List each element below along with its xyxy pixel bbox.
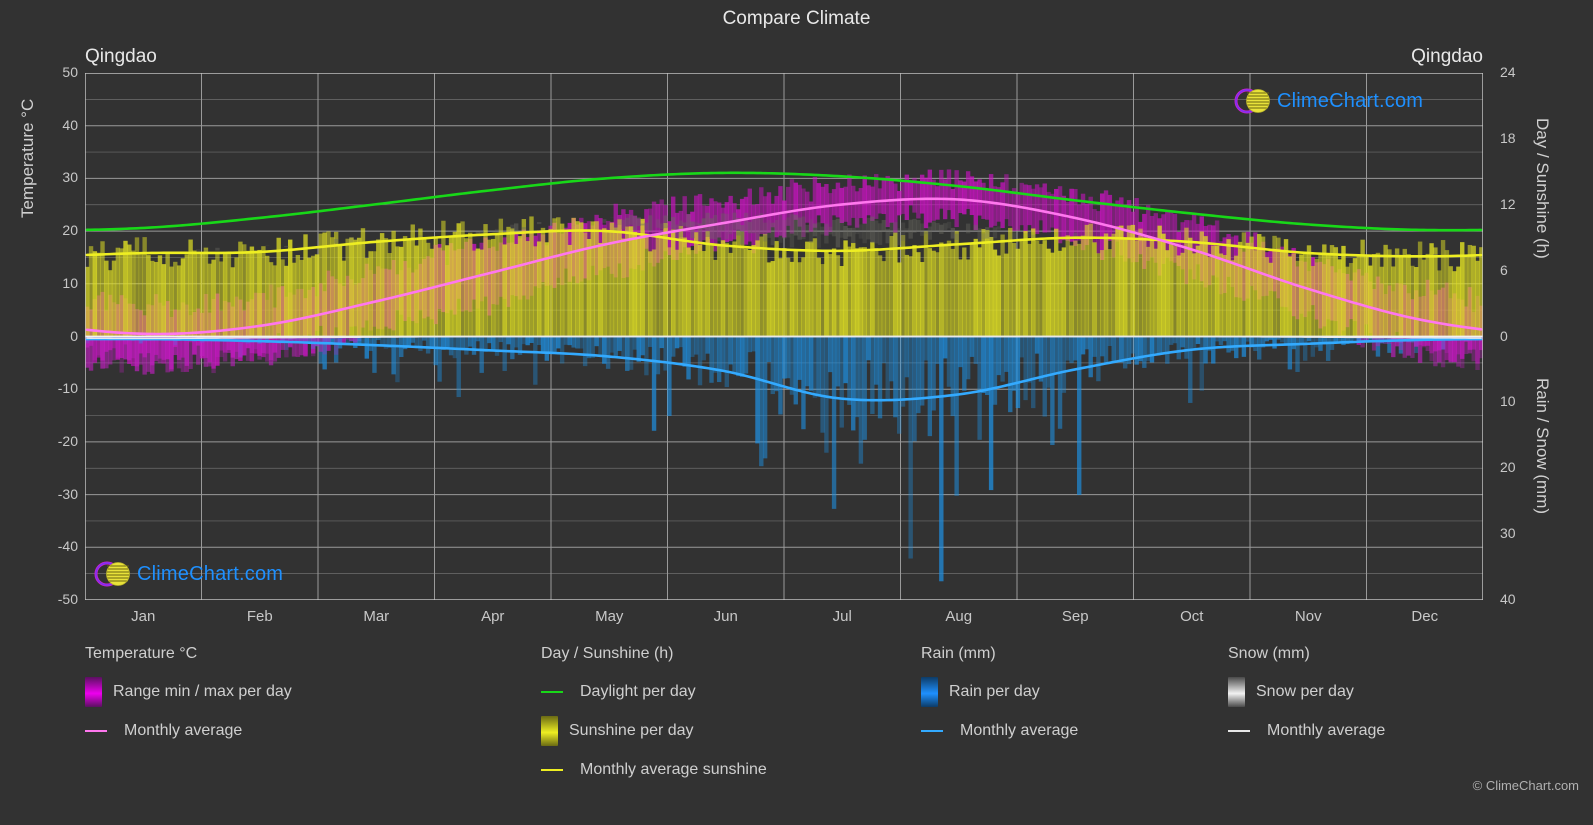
y-tick-left: -40	[57, 538, 78, 555]
legend-group-0: Temperature °C Range min / max per day Mon…	[85, 645, 292, 755]
legend-line-marker	[85, 730, 107, 732]
x-tick-mar: Mar	[363, 608, 390, 625]
legend-group-title: Temperature °C	[85, 645, 198, 662]
x-tick-dec: Dec	[1411, 608, 1439, 625]
x-tick-sep: Sep	[1061, 608, 1089, 625]
y-tick-right-bottom: 40	[1500, 591, 1516, 607]
y-tick-right-bottom: 30	[1500, 525, 1516, 542]
x-tick-aug: Aug	[945, 608, 973, 625]
legend-item[interactable]: Snow per day	[1228, 677, 1385, 707]
legend-swatch	[85, 677, 102, 707]
x-tick-feb: Feb	[246, 608, 273, 625]
legend-item[interactable]: Rain per day	[921, 677, 1078, 707]
legend-item[interactable]: Daylight per day	[541, 677, 767, 707]
x-tick-jul: Jul	[832, 608, 852, 625]
legend-group-title: Snow (mm)	[1228, 645, 1310, 662]
climechart-logo-text: ClimeChart.com	[1277, 89, 1424, 112]
legend-item-label: Monthly average	[124, 722, 243, 739]
legend-line-marker	[1228, 730, 1250, 732]
legend-item[interactable]: Monthly average	[921, 716, 1078, 746]
y-tick-left: 30	[62, 169, 78, 186]
y-tick-right-top: 18	[1500, 129, 1516, 146]
city-label-left: Qingdao	[85, 46, 157, 67]
legend-item-label: Snow per day	[1256, 683, 1354, 700]
legend-item[interactable]: Monthly average sunshine	[541, 755, 767, 785]
y-tick-right-top: 24	[1500, 64, 1516, 80]
legend-item[interactable]: Monthly average	[1228, 716, 1385, 746]
legend-group-title: Day / Sunshine (h)	[541, 645, 674, 662]
legend-item[interactable]: Monthly average	[85, 716, 292, 746]
legend-item-label: Monthly average	[1267, 722, 1386, 739]
legend-item-label: Sunshine per day	[569, 722, 694, 739]
y-tick-left: -30	[57, 485, 78, 502]
y-tick-right-bottom: 20	[1500, 459, 1516, 476]
climechart-logo-text: ClimeChart.com	[137, 562, 284, 585]
legend-item[interactable]: Range min / max per day	[85, 677, 292, 707]
legend-item-label: Daylight per day	[580, 683, 696, 700]
y-tick-left: 10	[62, 274, 78, 291]
legend-group-2: Rain (mm) Rain per day Monthly average	[921, 645, 1078, 755]
y-tick-left: 0	[70, 327, 78, 344]
x-tick-jun: Jun	[713, 608, 738, 625]
legend: © ClimeChart.com Temperature °C Range min…	[0, 645, 1593, 820]
legend-line-marker	[541, 769, 563, 771]
legend-item-label: Monthly average	[960, 722, 1079, 739]
legend-group-3: Snow (mm) Snow per day Monthly average	[1228, 645, 1385, 755]
legend-item-label: Rain per day	[949, 683, 1040, 700]
legend-swatch	[921, 677, 938, 707]
y-tick-right-top: 0	[1500, 327, 1508, 344]
y-tick-right-top: 6	[1500, 261, 1508, 278]
x-tick-jan: Jan	[131, 608, 156, 625]
climechart-globe-icon	[94, 561, 130, 587]
legend-line-marker	[921, 730, 943, 732]
x-tick-oct: Oct	[1180, 608, 1204, 625]
legend-item-label: Range min / max per day	[113, 683, 292, 700]
x-tick-nov: Nov	[1294, 608, 1322, 625]
legend-group-title: Rain (mm)	[921, 645, 996, 662]
legend-group-1: Day / Sunshine (h) Daylight per day Sunshi…	[541, 645, 767, 794]
y-tick-right-top: 12	[1500, 195, 1516, 212]
legend-item-label: Monthly average sunshine	[580, 761, 767, 778]
y-tick-right-bottom: 10	[1500, 393, 1516, 410]
legend-swatch	[541, 716, 558, 746]
climechart-logo-bottom: ClimeChart.com	[93, 556, 283, 592]
y-tick-left: -20	[57, 432, 78, 449]
x-tick-apr: Apr	[481, 608, 505, 625]
legend-item[interactable]: Sunshine per day	[541, 716, 767, 746]
climechart-globe-icon	[1234, 88, 1270, 114]
climate-plot-svg	[85, 73, 1483, 600]
x-tick-may: May	[595, 608, 624, 625]
page-title: Compare Climate	[722, 8, 871, 29]
y-tick-left: -10	[57, 380, 78, 397]
y-tick-left: 40	[62, 116, 78, 133]
legend-swatch	[1228, 677, 1245, 707]
climate-plot[interactable]: ClimeChart.com ClimeChart.com	[85, 73, 1483, 600]
y-tick-left: 50	[62, 64, 78, 80]
y-tick-left: -50	[57, 591, 78, 607]
copyright-text: © ClimeChart.com	[1472, 778, 1579, 793]
climechart-logo-top: ClimeChart.com	[1233, 83, 1423, 119]
legend-line-marker	[541, 691, 563, 693]
city-label-right: Qingdao	[1411, 46, 1483, 67]
y-tick-left: 20	[62, 222, 78, 239]
